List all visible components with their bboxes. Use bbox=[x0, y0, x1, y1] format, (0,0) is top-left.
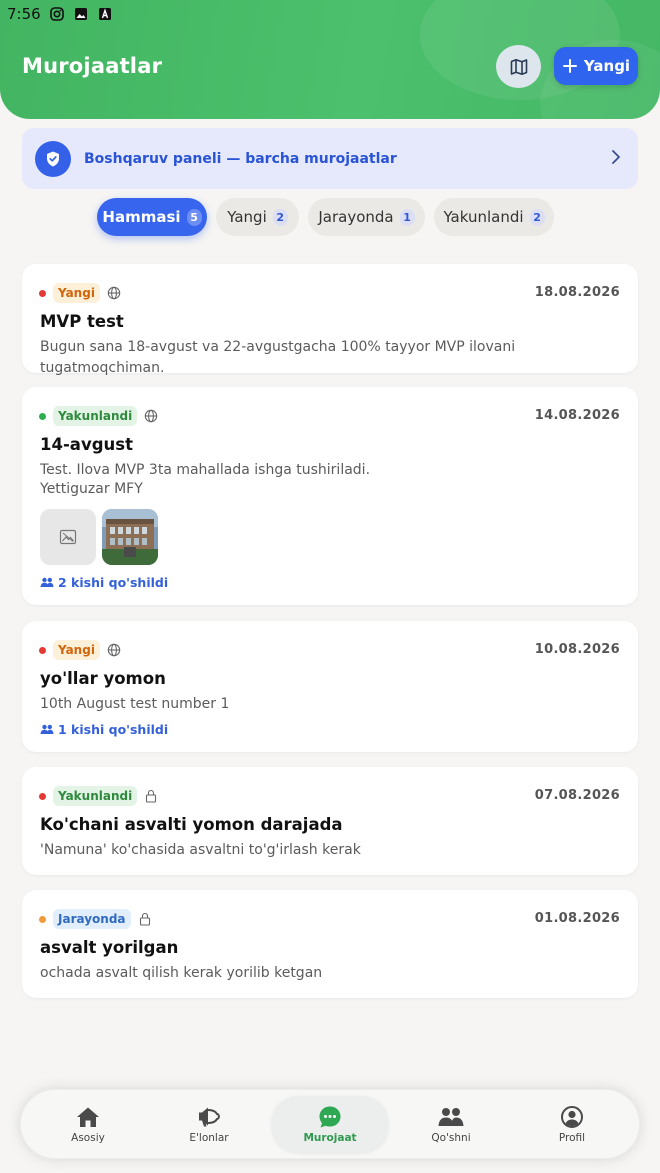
status-dot bbox=[39, 915, 46, 923]
filter-chip-new[interactable]: Yangi 2 bbox=[216, 198, 299, 236]
card-date: 07.08.2026 bbox=[534, 788, 620, 803]
status-badge: Jarayonda bbox=[53, 909, 131, 929]
request-card[interactable]: Yakunlandi 14.08.2026 14-avgust Test. Il… bbox=[22, 387, 638, 605]
nav-label: Qo'shni bbox=[431, 1131, 471, 1144]
chip-count: 5 bbox=[186, 208, 202, 226]
card-date: 10.08.2026 bbox=[534, 642, 620, 657]
card-date: 18.08.2026 bbox=[534, 285, 620, 300]
card-description: Test. Ilova MVP 3ta mahallada ishga tush… bbox=[40, 462, 371, 478]
photo-thumbnail[interactable] bbox=[102, 509, 158, 565]
chip-label: Hammasi bbox=[102, 208, 181, 226]
chip-label: Yangi bbox=[227, 208, 267, 226]
new-button-label: Yangi bbox=[583, 57, 631, 75]
card-description: ochada asvalt qilish kerak yorilib ketga… bbox=[40, 965, 323, 981]
joined-count: 1 kishi qo'shildi bbox=[40, 722, 168, 737]
nav-label: E'lonlar bbox=[189, 1131, 229, 1144]
card-date: 01.08.2026 bbox=[534, 911, 620, 926]
card-title: yo'llar yomon bbox=[40, 669, 166, 688]
status-dot bbox=[39, 412, 46, 420]
plus-icon bbox=[562, 58, 578, 74]
card-meta: Yakunlandi bbox=[39, 406, 158, 426]
card-description: 10th August test number 1 bbox=[40, 696, 230, 712]
nav-label: Profil bbox=[558, 1131, 586, 1144]
gallery-icon bbox=[74, 7, 89, 22]
status-badge: Yangi bbox=[53, 283, 100, 303]
card-title: MVP test bbox=[40, 312, 124, 331]
card-meta: Yangi bbox=[39, 640, 121, 660]
filter-chip-completed[interactable]: Yakunlandi 2 bbox=[434, 198, 554, 236]
map-icon bbox=[509, 57, 529, 77]
nav-item-announcements[interactable]: E'lonlar bbox=[151, 1096, 267, 1152]
chevron-right-icon bbox=[610, 149, 622, 169]
nav-item-home[interactable]: Asosiy bbox=[30, 1096, 146, 1152]
status-badge: Yangi bbox=[53, 640, 100, 660]
card-title: Ko'chani asvalti yomon darajada bbox=[40, 815, 343, 834]
people-icon bbox=[40, 577, 54, 588]
new-request-button[interactable]: Yangi bbox=[554, 47, 638, 85]
card-title: 14-avgust bbox=[40, 435, 133, 454]
card-description: Bugun sana 18-avgust va 22-avgustgacha 1… bbox=[40, 339, 516, 376]
chip-count: 2 bbox=[529, 208, 545, 226]
request-card[interactable]: Jarayonda 01.08.2026 asvalt yorilgan och… bbox=[22, 890, 638, 998]
filter-chip-in-progress[interactable]: Jarayonda 1 bbox=[308, 198, 425, 236]
chip-count: 1 bbox=[399, 208, 415, 226]
profile-icon bbox=[559, 1105, 585, 1129]
card-description: 'Namuna' ko'chasida asvaltni to'g'irlash… bbox=[40, 842, 361, 858]
nav-label: Asosiy bbox=[71, 1131, 105, 1144]
request-card[interactable]: Yangi 10.08.2026 yo'llar yomon 10th Augu… bbox=[22, 621, 638, 752]
globe-icon bbox=[107, 643, 121, 657]
status-dot bbox=[39, 289, 46, 297]
bottom-navigation: Asosiy E'lonlar Murojaat Qo'shni Profil bbox=[20, 1089, 640, 1159]
status-dot bbox=[39, 646, 46, 654]
nav-item-profile[interactable]: Profil bbox=[514, 1096, 630, 1152]
request-card[interactable]: Yakunlandi 07.08.2026 Ko'chani asvalti y… bbox=[22, 767, 638, 875]
globe-icon bbox=[144, 409, 158, 423]
chip-count: 2 bbox=[272, 208, 288, 226]
card-title: asvalt yorilgan bbox=[40, 938, 179, 957]
request-card[interactable]: Yangi 18.08.2026 MVP test Bugun sana 18-… bbox=[22, 264, 638, 376]
nav-item-requests[interactable]: Murojaat bbox=[272, 1096, 388, 1152]
card-meta: Yakunlandi bbox=[39, 786, 158, 806]
instagram-icon bbox=[50, 7, 65, 22]
globe-icon bbox=[107, 286, 121, 300]
shield-icon bbox=[35, 140, 71, 177]
status-time: 7:56 bbox=[7, 5, 41, 23]
status-dot bbox=[39, 792, 46, 800]
home-icon bbox=[75, 1105, 101, 1129]
megaphone-icon bbox=[196, 1105, 222, 1129]
lock-icon bbox=[138, 912, 152, 926]
card-date: 14.08.2026 bbox=[534, 408, 620, 423]
status-bar: 7:56 bbox=[7, 4, 113, 24]
image-placeholder-thumbnail[interactable] bbox=[40, 509, 96, 565]
card-meta: Yangi bbox=[39, 283, 121, 303]
joined-text: 2 kishi qo'shildi bbox=[58, 575, 169, 590]
joined-text: 1 kishi qo'shildi bbox=[58, 722, 169, 737]
filter-chip-all[interactable]: Hammasi 5 bbox=[97, 198, 207, 236]
app-icon bbox=[98, 7, 113, 22]
app-header: 7:56 Murojaatlar Yangi bbox=[0, 0, 660, 119]
chip-label: Jarayonda bbox=[318, 208, 394, 226]
status-badge: Yakunlandi bbox=[53, 786, 138, 806]
neighbors-icon bbox=[438, 1105, 464, 1129]
map-button[interactable] bbox=[496, 45, 541, 88]
joined-count: 2 kishi qo'shildi bbox=[40, 575, 168, 590]
nav-item-neighbors[interactable]: Qo'shni bbox=[393, 1096, 509, 1152]
card-mahalla: Yettiguzar MFY bbox=[40, 481, 143, 497]
page-title: Murojaatlar bbox=[22, 54, 163, 78]
chip-label: Yakunlandi bbox=[443, 208, 524, 226]
nav-label: Murojaat bbox=[303, 1131, 357, 1144]
admin-banner-text: Boshqaruv paneli — barcha murojaatlar bbox=[84, 150, 397, 167]
status-badge: Yakunlandi bbox=[53, 406, 138, 426]
card-meta: Jarayonda bbox=[39, 909, 152, 929]
people-icon bbox=[40, 724, 54, 735]
lock-icon bbox=[144, 789, 158, 803]
chat-icon bbox=[317, 1105, 343, 1129]
broken-image-icon bbox=[59, 529, 77, 545]
admin-panel-banner[interactable]: Boshqaruv paneli — barcha murojaatlar bbox=[22, 128, 638, 189]
status-filter-tabs: Hammasi 5 Yangi 2 Jarayonda 1 Yakunlandi… bbox=[0, 198, 660, 237]
